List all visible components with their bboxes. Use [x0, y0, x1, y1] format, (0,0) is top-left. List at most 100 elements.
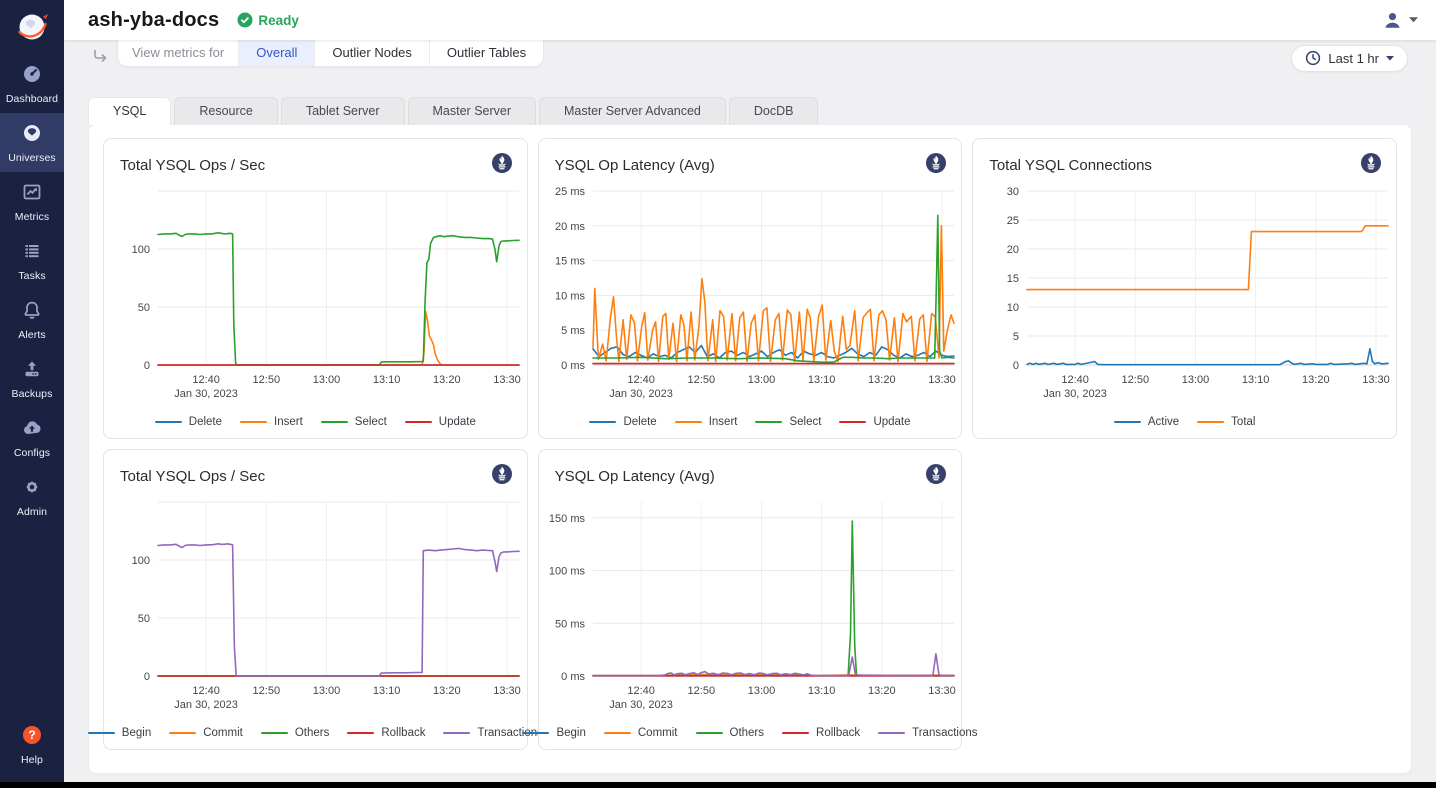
sidebar-item-label: Metrics [0, 211, 64, 223]
legend-label: Commit [638, 727, 678, 739]
globe-rocket-logo-icon [14, 9, 50, 45]
legend-item[interactable]: Select [755, 416, 821, 428]
legend-item[interactable]: Begin [522, 727, 585, 739]
tab-outlier-nodes[interactable]: Outlier Nodes [314, 40, 428, 66]
legend-item[interactable]: Total [1197, 416, 1255, 428]
view-metrics-strip: View metrics for Overall Outlier Nodes O… [117, 40, 544, 67]
tab-overall[interactable]: Overall [238, 40, 314, 66]
legend-item[interactable]: Update [839, 416, 910, 428]
chart-title: YSQL Op Latency (Avg) [555, 157, 715, 174]
prometheus-link-icon[interactable] [491, 463, 513, 490]
prometheus-link-icon[interactable] [491, 152, 513, 179]
clock-icon [1305, 50, 1321, 66]
svg-text:10: 10 [1007, 302, 1019, 314]
legend-label: Total [1231, 416, 1255, 428]
legend-item[interactable]: Others [696, 727, 765, 739]
legend-label: Active [1148, 416, 1179, 428]
user-menu[interactable] [1383, 11, 1418, 29]
legend-swatch [839, 421, 866, 424]
legend-item[interactable]: Rollback [782, 727, 860, 739]
svg-text:13:20: 13:20 [868, 374, 896, 386]
legend-item[interactable]: Update [405, 416, 476, 428]
universe-icon [21, 122, 43, 144]
legend-item[interactable]: Insert [240, 416, 303, 428]
legend-item[interactable]: Delete [589, 416, 656, 428]
check-circle-icon [237, 12, 253, 28]
sidebar-item-tasks[interactable]: Tasks [0, 231, 64, 290]
sidebar-item-configs[interactable]: Configs [0, 408, 64, 467]
chart-plot[interactable]: 05101520253012:40Jan 30, 202312:5013:001… [973, 179, 1396, 416]
sidebar-item-metrics[interactable]: Metrics [0, 172, 64, 231]
chevron-down-icon [1409, 17, 1418, 23]
sidebar-item-backups[interactable]: Backups [0, 349, 64, 408]
svg-text:12:50: 12:50 [1122, 374, 1150, 386]
legend-item[interactable]: Insert [675, 416, 738, 428]
tab-docdb[interactable]: DocDB [729, 97, 819, 125]
svg-text:13:00: 13:00 [747, 685, 775, 697]
tab-resource[interactable]: Resource [174, 97, 278, 125]
svg-text:13:30: 13:30 [493, 685, 521, 697]
sidebar-item-dashboard[interactable]: Dashboard [0, 54, 64, 113]
chart-title: Total YSQL Ops / Sec [120, 468, 265, 485]
svg-text:Jan 30, 2023: Jan 30, 2023 [609, 388, 673, 400]
svg-text:5 ms: 5 ms [561, 325, 585, 337]
svg-text:13:00: 13:00 [313, 374, 341, 386]
legend-label: Others [295, 727, 330, 739]
legend-swatch [589, 421, 616, 424]
legend-label: Insert [274, 416, 303, 428]
svg-text:12:50: 12:50 [687, 685, 715, 697]
tab-master-server-advanced[interactable]: Master Server Advanced [539, 97, 726, 125]
sidebar-item-label: Tasks [0, 270, 64, 282]
sidebar-item-admin[interactable]: Admin [0, 467, 64, 526]
legend-item[interactable]: Commit [604, 727, 678, 739]
svg-text:5: 5 [1013, 331, 1019, 343]
chart-plot[interactable]: 05010012:40Jan 30, 202312:5013:0013:1013… [104, 179, 527, 416]
legend-label: Update [873, 416, 910, 428]
legend-item[interactable]: Begin [88, 727, 151, 739]
svg-text:100: 100 [132, 555, 150, 567]
tab-ysql[interactable]: YSQL [88, 97, 171, 125]
svg-text:0 ms: 0 ms [561, 671, 585, 683]
bottom-bar [0, 782, 1436, 788]
legend-item[interactable]: Others [261, 727, 330, 739]
chart-plot[interactable]: 0 ms5 ms10 ms15 ms20 ms25 ms12:40Jan 30,… [539, 179, 962, 416]
prometheus-link-icon[interactable] [925, 463, 947, 490]
sidebar-item-alerts[interactable]: Alerts [0, 290, 64, 349]
svg-text:25: 25 [1007, 215, 1019, 227]
dashboard-icon [21, 63, 43, 85]
tab-tablet-server[interactable]: Tablet Server [281, 97, 405, 125]
svg-text:13:20: 13:20 [433, 685, 461, 697]
legend-item[interactable]: Active [1114, 416, 1179, 428]
prometheus-link-icon[interactable] [1360, 152, 1382, 179]
tab-outlier-tables[interactable]: Outlier Tables [429, 40, 543, 66]
legend-item[interactable]: Transactions [878, 727, 977, 739]
svg-text:12:40: 12:40 [192, 685, 220, 697]
prometheus-link-icon[interactable] [925, 152, 947, 179]
svg-text:10 ms: 10 ms [555, 290, 585, 302]
svg-text:12:40: 12:40 [627, 685, 655, 697]
svg-text:13:30: 13:30 [928, 374, 956, 386]
legend-item[interactable]: Commit [169, 727, 243, 739]
legend-swatch [675, 421, 702, 424]
legend-item[interactable]: Select [321, 416, 387, 428]
legend-item[interactable]: Delete [155, 416, 222, 428]
legend-swatch [755, 421, 782, 424]
svg-text:13:30: 13:30 [928, 685, 956, 697]
legend-item[interactable]: Rollback [347, 727, 425, 739]
sidebar-item-universes[interactable]: Universes [0, 113, 64, 172]
tab-master-server[interactable]: Master Server [408, 97, 537, 125]
legend-swatch [321, 421, 348, 424]
yugabyte-logo[interactable] [0, 0, 64, 54]
chart-legend: BeginCommitOthersRollbackTransactions [539, 727, 962, 749]
svg-text:13:20: 13:20 [433, 374, 461, 386]
svg-text:25 ms: 25 ms [555, 186, 585, 198]
legend-swatch [443, 732, 470, 735]
svg-text:13:00: 13:00 [1182, 374, 1210, 386]
time-range-selector[interactable]: Last 1 hr [1291, 45, 1408, 72]
svg-text:13:00: 13:00 [747, 374, 775, 386]
sidebar-item-help[interactable]: ? Help [0, 715, 64, 774]
chart-plot[interactable]: 05010012:40Jan 30, 202312:5013:0013:1013… [104, 490, 527, 727]
legend-swatch [782, 732, 809, 735]
legend-label: Update [439, 416, 476, 428]
chart-plot[interactable]: 0 ms50 ms100 ms150 ms12:40Jan 30, 202312… [539, 490, 962, 727]
